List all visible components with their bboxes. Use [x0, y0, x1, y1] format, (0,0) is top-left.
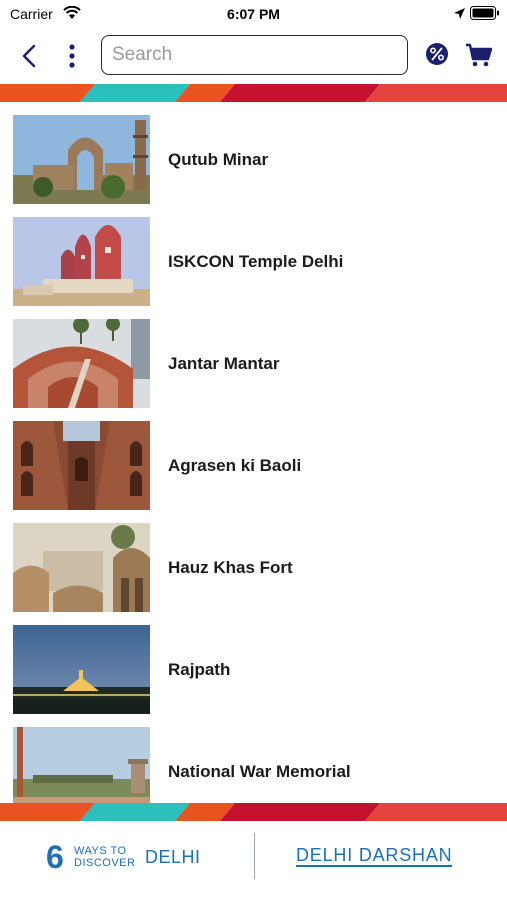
agrasen-baoli-photo	[13, 421, 150, 510]
hauz-khas-photo	[13, 523, 150, 612]
decorative-stripe-bottom	[0, 803, 507, 821]
list-item[interactable]: Jantar Mantar	[0, 314, 507, 408]
jantar-mantar-photo	[13, 319, 150, 408]
search-field[interactable]	[101, 35, 408, 75]
place-name: Hauz Khas Fort	[168, 558, 293, 577]
battery-icon	[470, 6, 499, 20]
delhi-darshan-link[interactable]: DELHI DARSHAN	[296, 845, 453, 867]
footer-divider	[254, 833, 255, 879]
place-name: National War Memorial	[168, 762, 351, 781]
place-name: ISKCON Temple Delhi	[168, 252, 344, 271]
list-item[interactable]: ISKCON Temple Delhi	[0, 212, 507, 306]
search-input[interactable]	[102, 36, 407, 74]
navigation-bar	[0, 28, 507, 84]
list-item[interactable]: National War Memorial	[0, 722, 507, 803]
ways-to-label: WAYS TO	[74, 845, 127, 857]
status-bar: Carrier 6:07 PM	[0, 0, 507, 28]
place-name: Jantar Mantar	[168, 354, 280, 373]
places-list: Qutub Minar ISKCON Temple Delhi Jantar M…	[0, 110, 507, 803]
iskcon-temple-photo	[13, 217, 150, 306]
six-numeral: 6	[46, 839, 64, 875]
back-icon[interactable]	[18, 42, 42, 70]
war-memorial-photo	[13, 727, 150, 803]
offers-icon[interactable]	[425, 42, 449, 66]
more-options-icon[interactable]	[64, 42, 80, 70]
decorative-stripe-top	[0, 84, 507, 102]
delhi-label: DELHI	[145, 847, 201, 867]
place-name: Agrasen ki Baoli	[168, 456, 302, 475]
location-arrow-icon	[454, 8, 465, 19]
place-name: Rajpath	[168, 660, 231, 679]
list-item[interactable]: Agrasen ki Baoli	[0, 416, 507, 510]
footer-bar: 6 WAYS TO DISCOVER DELHI DELHI DARSHAN	[0, 821, 507, 900]
qutub-minar-photo	[13, 115, 150, 204]
place-name: Qutub Minar	[168, 150, 269, 169]
discover-label: DISCOVER	[74, 857, 136, 869]
list-item[interactable]: Rajpath	[0, 620, 507, 714]
clock: 6:07 PM	[227, 6, 280, 22]
list-item[interactable]: Hauz Khas Fort	[0, 518, 507, 612]
rajpath-photo	[13, 625, 150, 714]
list-item[interactable]: Qutub Minar	[0, 110, 507, 204]
six-ways-to-discover-delhi-link[interactable]: 6 WAYS TO DISCOVER DELHI	[46, 839, 211, 875]
cart-icon[interactable]	[465, 42, 493, 68]
